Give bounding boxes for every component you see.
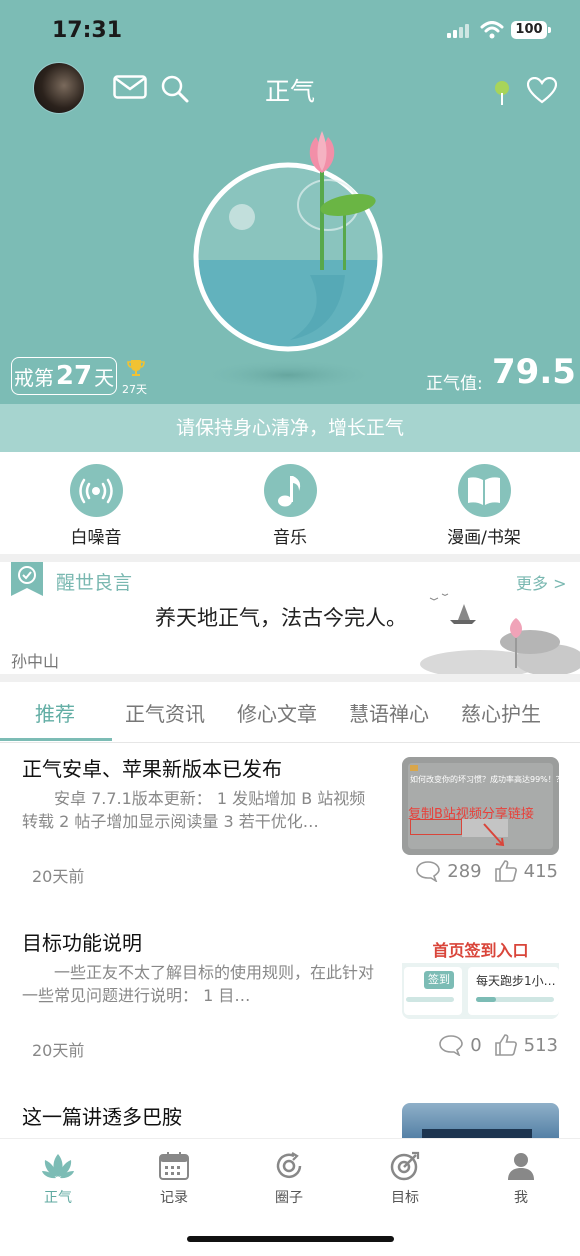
comment-icon[interactable] bbox=[415, 860, 441, 882]
article-title: 正气安卓、苹果新版本已发布 bbox=[22, 757, 282, 781]
comment-count: 289 bbox=[447, 860, 482, 882]
white-noise-icon bbox=[69, 464, 123, 517]
zhengqi-label: 正气值: bbox=[426, 374, 483, 394]
tool-label: 漫画/书架 bbox=[447, 528, 521, 548]
lotus-bowl-illustration bbox=[193, 131, 383, 391]
article-title: 这一篇讲透多巴胺 bbox=[22, 1105, 182, 1129]
tool-white-noise[interactable]: 白噪音 bbox=[41, 464, 151, 548]
article-summary: 安卓 7.7.1版本更新： 1 发贴增加 B 站视频转载 2 帖子增加显示阅读量… bbox=[22, 789, 366, 831]
page-title: 正气 bbox=[264, 77, 315, 106]
nav-label: 我 bbox=[514, 1190, 528, 1206]
circle-refresh-icon bbox=[276, 1152, 302, 1179]
battery-indicator: 100 bbox=[511, 21, 551, 39]
heart-icon[interactable] bbox=[527, 77, 557, 104]
quote-card[interactable]: 醒世良言 更多 > 养天地正气，法古今完人。 孙中山 bbox=[0, 562, 580, 674]
article-thumbnail: 首页签到入口 签到 每天跑步1小… bbox=[402, 931, 559, 1019]
comment-count: 0 bbox=[470, 1034, 482, 1056]
tab-recommend[interactable]: 推荐 bbox=[35, 698, 75, 727]
nav-label: 目标 bbox=[391, 1190, 419, 1206]
thumb-heading: 首页签到入口 bbox=[432, 941, 529, 960]
divider bbox=[0, 554, 580, 562]
article-thumbnail: 如何改变你的坏习惯？成功率高达99%！？ 复制B站视频分享链接 bbox=[402, 757, 559, 855]
home-indicator bbox=[187, 1236, 394, 1242]
nav-me[interactable]: 我 bbox=[481, 1151, 561, 1207]
tool-label: 白噪音 bbox=[70, 528, 122, 548]
calendar-icon bbox=[159, 1152, 189, 1180]
article-summary: 一些正友不太了解目标的使用规则，在此针对一些常见问题进行说明： 1 目… bbox=[22, 963, 375, 1005]
tab-articles[interactable]: 修心文章 bbox=[237, 698, 317, 727]
tab-underline bbox=[0, 738, 112, 741]
nav-zhengqi[interactable]: 正气 bbox=[18, 1151, 98, 1207]
tab-news[interactable]: 正气资讯 bbox=[125, 698, 205, 727]
article-item[interactable]: 目标功能说明 一些正友不太了解目标的使用规则，在此针对一些常见问题进行说明： 1… bbox=[0, 917, 580, 1092]
thumbs-up-icon[interactable] bbox=[494, 1033, 518, 1057]
article-time: 20天前 bbox=[32, 1041, 85, 1060]
zhengqi-value: 79.5 bbox=[492, 352, 576, 392]
nav-goal[interactable]: 目标 bbox=[365, 1151, 445, 1207]
tab-life-protection[interactable]: 慈心护生 bbox=[461, 698, 541, 727]
header-hero: 17:31 100 正气 戒第 27 天 27天 正气值: 79.5 bbox=[0, 0, 580, 404]
thumb-heading: 如何改变你的坏习惯？成功率高达99%！？ bbox=[410, 775, 559, 784]
nav-circle[interactable]: 圈子 bbox=[249, 1151, 329, 1207]
nav-record[interactable]: 记录 bbox=[134, 1151, 214, 1207]
status-bar: 17:31 100 bbox=[0, 0, 580, 60]
abstinence-days-badge[interactable]: 戒第 27 天 bbox=[11, 357, 117, 395]
lotus-icon bbox=[42, 1154, 74, 1179]
motto-banner: 请保持身心清净，增长正气 bbox=[0, 404, 580, 452]
tree-icon[interactable] bbox=[493, 80, 511, 106]
like-count: 513 bbox=[523, 1034, 558, 1056]
article-item[interactable]: 正气安卓、苹果新版本已发布 安卓 7.7.1版本更新： 1 发贴增加 B 站视频… bbox=[0, 743, 580, 918]
thumbs-up-icon[interactable] bbox=[494, 859, 518, 883]
avatar[interactable] bbox=[33, 62, 85, 114]
tool-label: 音乐 bbox=[273, 528, 307, 548]
person-icon bbox=[508, 1153, 534, 1180]
trophy-days: 27天 bbox=[122, 383, 147, 396]
signal-icon bbox=[447, 24, 469, 38]
bookmark-check-icon bbox=[11, 562, 43, 596]
tab-zen[interactable]: 慧语禅心 bbox=[349, 698, 429, 727]
trophy-icon[interactable] bbox=[126, 358, 146, 378]
tools-row: 白噪音 音乐 漫画/书架 bbox=[0, 452, 580, 554]
nav-label: 圈子 bbox=[275, 1190, 303, 1206]
search-icon[interactable] bbox=[160, 74, 190, 104]
article-stats: 289 415 bbox=[415, 859, 558, 883]
like-count: 415 bbox=[523, 860, 558, 882]
music-note-icon bbox=[263, 464, 317, 517]
status-time: 17:31 bbox=[52, 18, 123, 43]
nav-label: 记录 bbox=[160, 1190, 188, 1206]
tool-comics-bookshelf[interactable]: 漫画/书架 bbox=[429, 464, 539, 548]
book-icon bbox=[457, 464, 511, 517]
quote-text: 养天地正气，法古今完人。 bbox=[155, 606, 407, 630]
quote-section-title: 醒世良言 bbox=[56, 572, 133, 594]
article-time: 20天前 bbox=[32, 867, 85, 886]
thumb-goal: 每天跑步1小… bbox=[476, 974, 556, 988]
ink-lotus-painting bbox=[420, 593, 580, 674]
thumb-sign-button: 签到 bbox=[424, 971, 454, 989]
tool-music[interactable]: 音乐 bbox=[235, 464, 345, 548]
category-tabs: 推荐 正气资讯 修心文章 慧语禅心 慈心护生 bbox=[0, 682, 580, 743]
mail-icon[interactable] bbox=[113, 75, 147, 99]
wifi-icon bbox=[480, 21, 504, 39]
article-title: 目标功能说明 bbox=[22, 931, 142, 955]
nav-label: 正气 bbox=[44, 1190, 72, 1206]
article-stats: 0 513 bbox=[438, 1033, 558, 1057]
target-icon bbox=[390, 1151, 420, 1181]
comment-icon[interactable] bbox=[438, 1034, 464, 1056]
quote-author: 孙中山 bbox=[11, 652, 60, 671]
divider bbox=[0, 674, 580, 682]
